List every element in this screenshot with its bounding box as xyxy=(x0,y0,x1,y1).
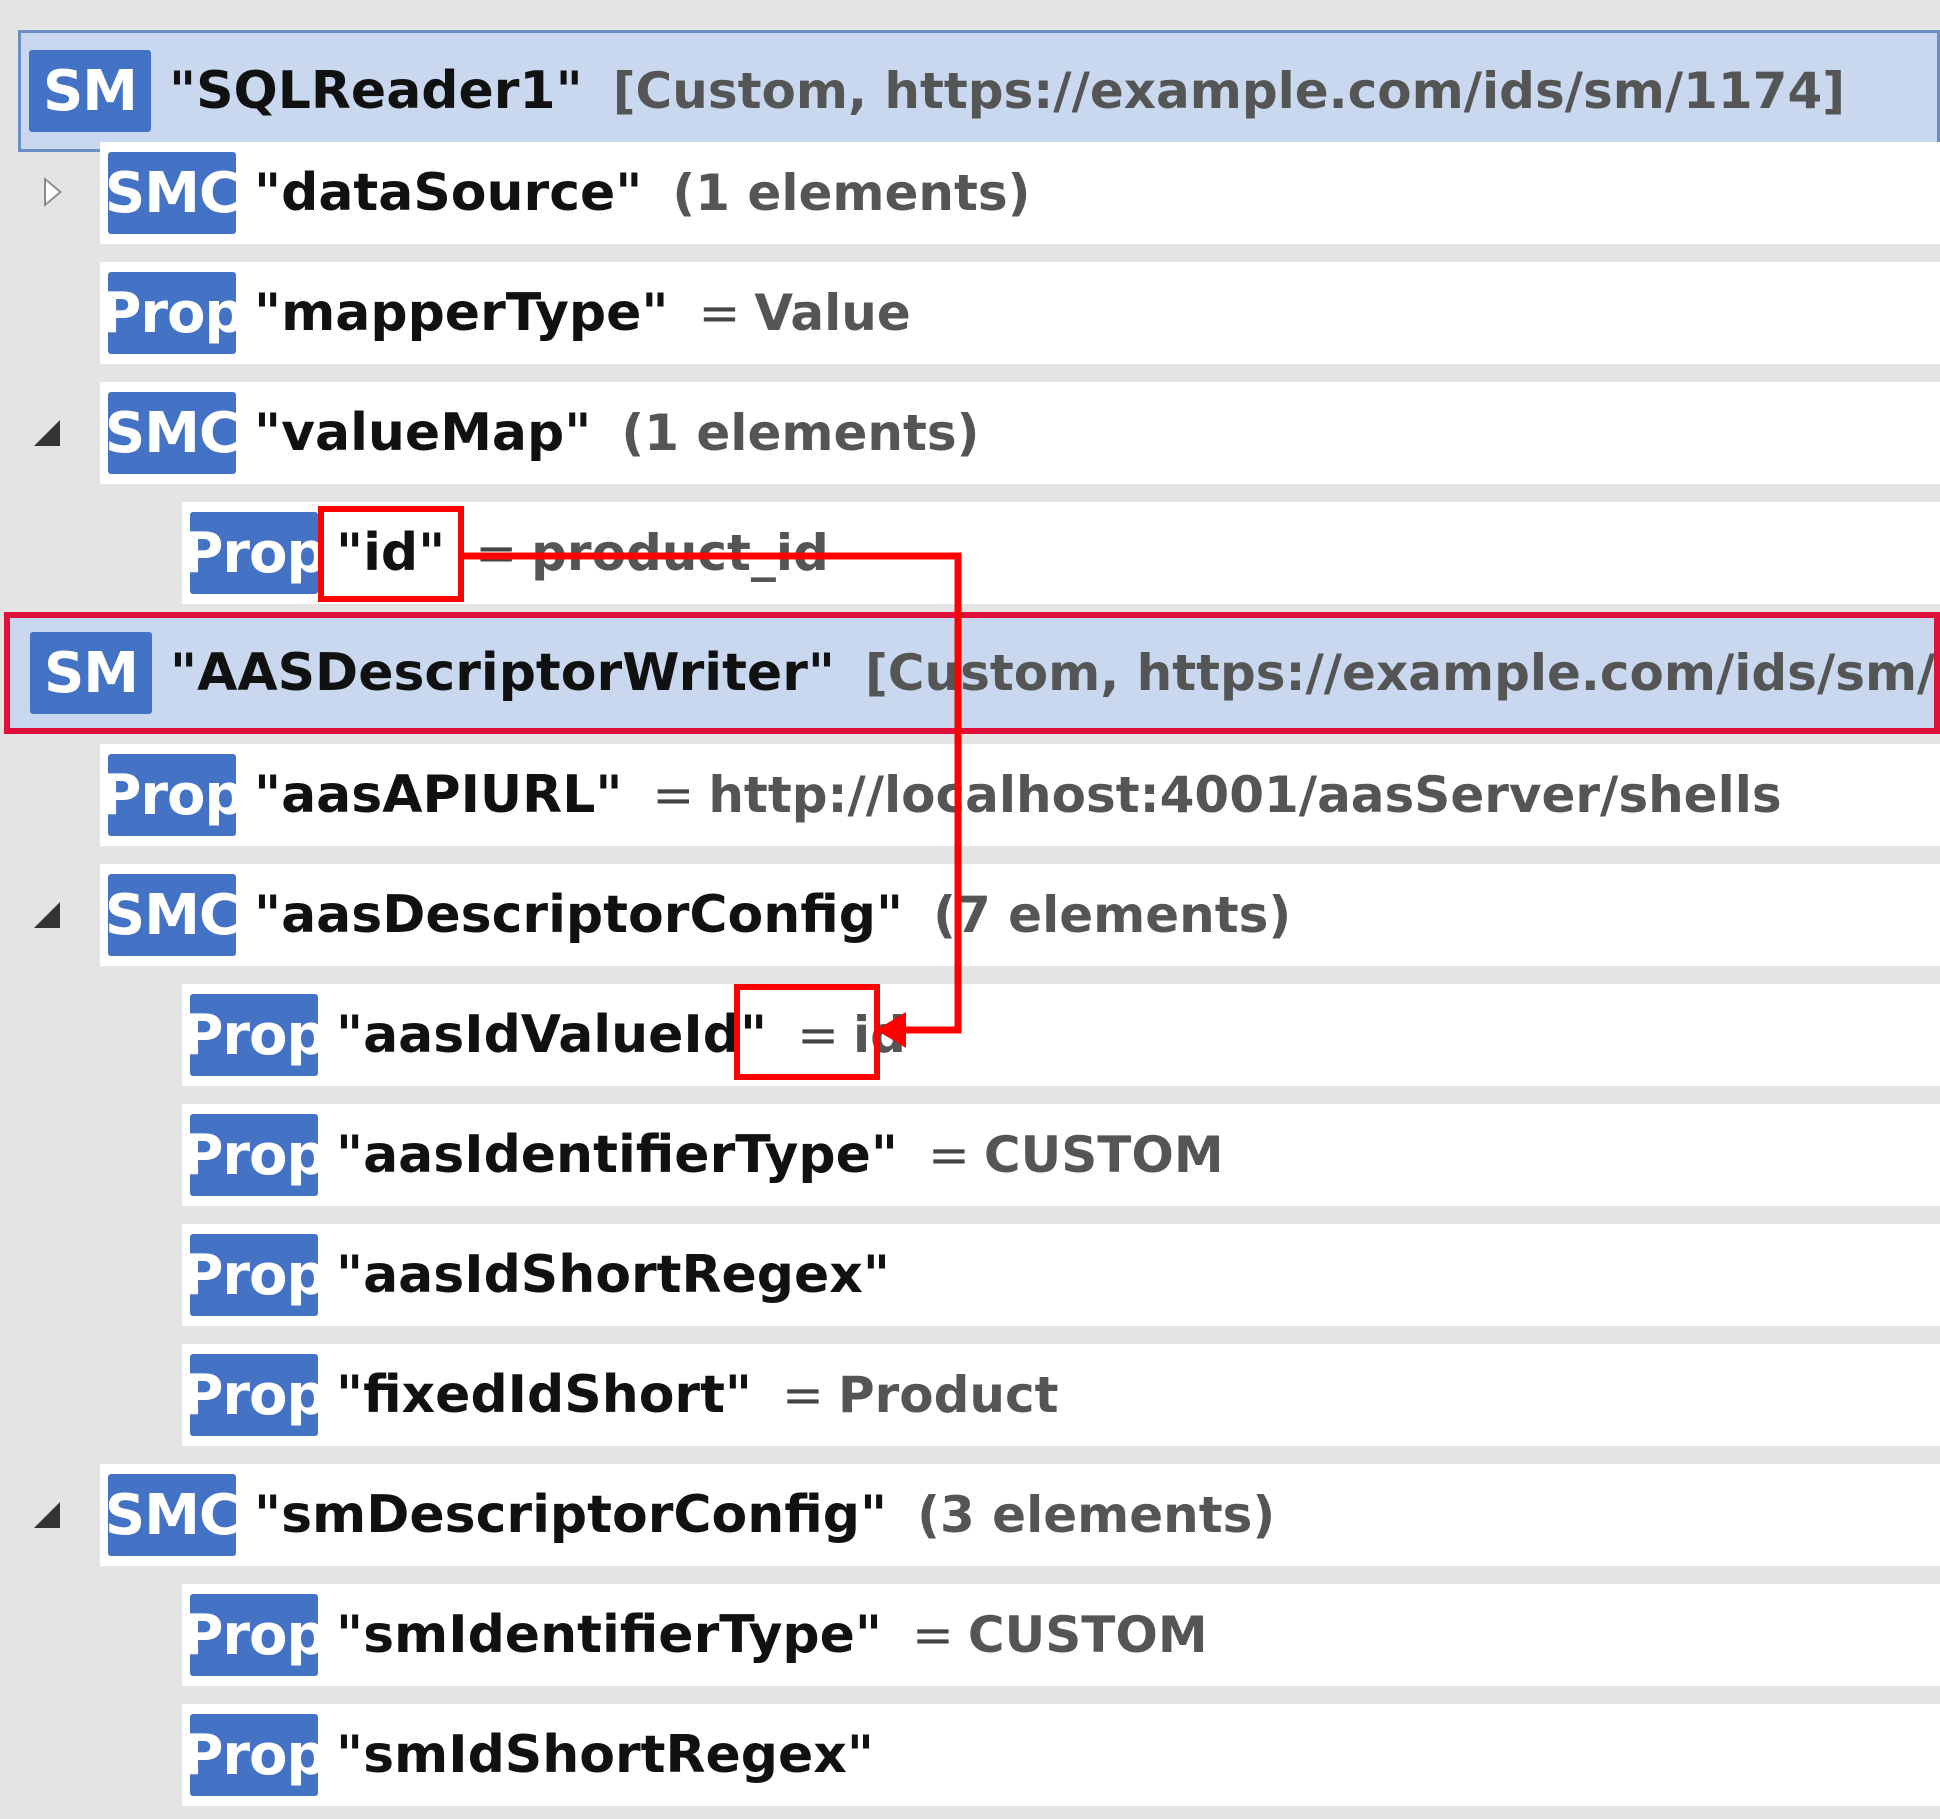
collection-badge: SMC xyxy=(105,1474,240,1556)
tree-row-prop-aasidvalueid[interactable]: Prop "aasIdValueId" = id xyxy=(182,984,1940,1086)
equals-sign: = xyxy=(782,1366,824,1424)
element-value: http://localhost:4001/aasServer/shells xyxy=(708,766,1782,824)
tree-row-prop-smidentifiertype[interactable]: Prop "smIdentifierType" = CUSTOM xyxy=(182,1584,1940,1686)
expand-toggle-smdescriptorconfig[interactable] xyxy=(32,1500,62,1530)
element-name: "aasIdValueId" xyxy=(336,1005,768,1065)
equals-sign: = xyxy=(912,1606,954,1664)
expand-toggle-valuemap[interactable] xyxy=(32,418,62,448)
tree-row-smc-datasource[interactable]: SMC "dataSource" (1 elements) xyxy=(100,142,1940,244)
element-name: "valueMap" xyxy=(254,403,592,463)
tree-row-submodel-aasdescriptorwriter[interactable]: SM "AASDescriptorWriter" [Custom, https:… xyxy=(4,612,1940,734)
element-value: CUSTOM xyxy=(967,1606,1208,1664)
annotation-box-target-id xyxy=(734,984,880,1080)
expand-toggle-datasource[interactable] xyxy=(38,177,68,207)
element-name: "aasDescriptorConfig" xyxy=(254,885,904,945)
triangle-down-filled-icon xyxy=(34,1502,60,1528)
tree-row-prop-mappertype[interactable]: Prop "mapperType" = Value xyxy=(100,262,1940,364)
tree-row-prop-aasapiurl[interactable]: Prop "aasAPIURL" = http://localhost:4001/… xyxy=(100,744,1940,846)
triangle-down-filled-icon xyxy=(34,420,60,446)
element-value: Value xyxy=(754,284,911,342)
element-meta: [Custom, https://example.com/ids/sm/1174… xyxy=(612,62,1846,120)
tree-row-submodel-sqlreader1[interactable]: SM "SQLReader1" [Custom, https://example… xyxy=(18,30,1940,152)
submodel-badge: SM xyxy=(30,632,152,714)
property-badge: Prop xyxy=(182,512,327,594)
element-name: "fixedIdShort" xyxy=(336,1365,753,1425)
element-name: "aasAPIURL" xyxy=(254,765,623,825)
property-badge: Prop xyxy=(182,1354,327,1436)
element-name: "aasIdShortRegex" xyxy=(336,1245,890,1305)
tree-row-prop-aasidentifiertype[interactable]: Prop "aasIdentifierType" = CUSTOM xyxy=(182,1104,1940,1206)
property-badge: Prop xyxy=(182,1714,327,1796)
annotation-box-source-id xyxy=(318,506,464,602)
element-meta: (1 elements) xyxy=(672,164,1031,222)
element-value: Product xyxy=(837,1366,1059,1424)
property-badge: Prop xyxy=(100,272,245,354)
property-badge: Prop xyxy=(182,1234,327,1316)
property-badge: Prop xyxy=(100,754,245,836)
submodel-badge: SM xyxy=(29,50,151,132)
tree-row-smc-aasdescriptorconfig[interactable]: SMC "aasDescriptorConfig" (7 elements) xyxy=(100,864,1940,966)
element-meta: (3 elements) xyxy=(917,1486,1276,1544)
collection-badge: SMC xyxy=(105,152,240,234)
element-name: "smDescriptorConfig" xyxy=(254,1485,888,1545)
element-value: product_id xyxy=(531,524,829,582)
property-badge: Prop xyxy=(182,994,327,1076)
collection-badge: SMC xyxy=(105,874,240,956)
element-name: "mapperType" xyxy=(254,283,669,343)
submodel-tree: SM "SQLReader1" [Custom, https://example… xyxy=(0,0,1940,1819)
element-value: CUSTOM xyxy=(983,1126,1224,1184)
tree-row-prop-fixedidshort[interactable]: Prop "fixedIdShort" = Product xyxy=(182,1344,1940,1446)
element-name: "aasIdentifierType" xyxy=(336,1125,898,1185)
equals-sign: = xyxy=(652,766,695,824)
property-badge: Prop xyxy=(182,1114,327,1196)
tree-row-smc-valuemap[interactable]: SMC "valueMap" (1 elements) xyxy=(100,382,1940,484)
element-name: "smIdShortRegex" xyxy=(336,1725,874,1785)
triangle-right-outline-icon xyxy=(44,177,62,207)
element-name: "AASDescriptorWriter" xyxy=(170,643,835,703)
tree-row-prop-aasidshortregex[interactable]: Prop "aasIdShortRegex" xyxy=(182,1224,1940,1326)
equals-sign: = xyxy=(475,524,518,582)
element-meta: (7 elements) xyxy=(933,886,1292,944)
element-meta: (1 elements) xyxy=(621,404,980,462)
equals-sign: = xyxy=(698,284,741,342)
tree-row-prop-smidshortregex[interactable]: Prop "smIdShortRegex" xyxy=(182,1704,1940,1806)
equals-sign: = xyxy=(928,1126,970,1184)
collection-badge: SMC xyxy=(105,392,240,474)
property-badge: Prop xyxy=(182,1594,327,1676)
element-name: "smIdentifierType" xyxy=(336,1605,882,1665)
element-meta: [Custom, https://example.com/ids/sm/5032… xyxy=(864,644,1936,702)
element-name: "SQLReader1" xyxy=(169,61,583,121)
tree-row-smc-smdescriptorconfig[interactable]: SMC "smDescriptorConfig" (3 elements) xyxy=(100,1464,1940,1566)
expand-toggle-aasdescriptorconfig[interactable] xyxy=(32,900,62,930)
triangle-down-filled-icon xyxy=(34,902,60,928)
element-name: "dataSource" xyxy=(254,163,643,223)
